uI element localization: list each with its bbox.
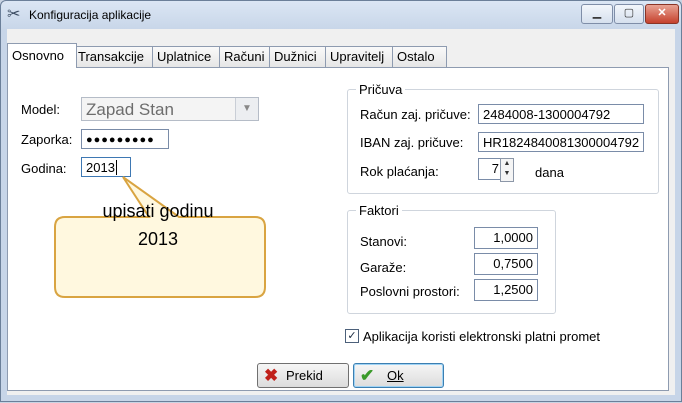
checkmark-icon: ✔ [360, 366, 375, 385]
due-days-label: Rok plaćanja: [360, 164, 439, 179]
reserve-account-label: Račun zaj. pričuve: [360, 107, 471, 122]
factor-garaze-field[interactable]: 0,7500 [474, 253, 538, 275]
factor-stanovi-field[interactable]: 1,0000 [474, 227, 538, 249]
reserve-account-field[interactable]: 2484008-1300004792 [478, 104, 644, 124]
factor-stanovi-label: Stanovi: [360, 234, 407, 249]
cancel-button[interactable]: ✖ Prekid [257, 363, 349, 388]
reserve-iban-field[interactable]: HR1824840081300004792 [478, 132, 644, 152]
tab-osnovno[interactable]: Osnovno [7, 43, 77, 68]
electronic-payment-label[interactable]: Aplikacija koristi elektronski platni pr… [363, 329, 600, 344]
ok-button[interactable]: ✔ Ok [353, 363, 444, 388]
cancel-button-label: Prekid [286, 368, 323, 383]
callout-text: upisati godinu 2013 [102, 201, 214, 249]
reserve-iban-label: IBAN zaj. pričuve: [360, 135, 464, 150]
electronic-payment-checkbox[interactable]: ✓ [345, 329, 359, 343]
spin-up-icon[interactable]: ▲ [501, 159, 513, 169]
due-days-unit: dana [535, 165, 564, 180]
factor-poslovni-label: Poslovni prostori: [360, 284, 460, 299]
factor-poslovni-field[interactable]: 1,2500 [474, 279, 538, 301]
cancel-icon: ✖ [264, 366, 279, 385]
reserve-group-title: Pričuva [356, 82, 406, 97]
factors-group-title: Faktori [356, 203, 402, 218]
ok-button-label: Ok [387, 368, 404, 383]
spin-down-icon[interactable]: ▼ [501, 169, 513, 179]
app-window: ✂ Konfiguracija aplikacije ▁ ▢ ✕ Osnovno… [0, 0, 682, 402]
factor-garaze-label: Garaže: [360, 260, 407, 275]
due-days-spinner[interactable]: ▲ ▼ [500, 158, 514, 182]
